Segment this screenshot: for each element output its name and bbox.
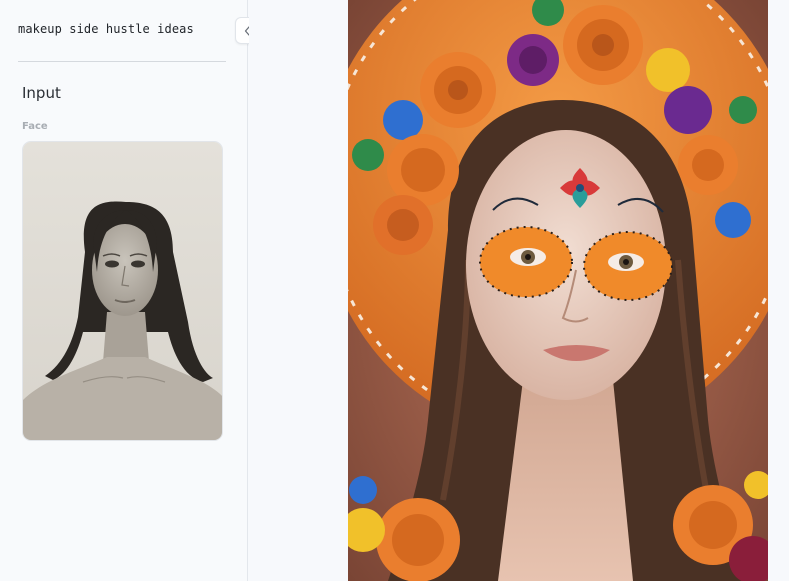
face-input-image[interactable] — [22, 141, 223, 441]
app-title: makeup side hustle ideas — [18, 22, 194, 36]
face-field-label: Face — [22, 121, 48, 132]
sidebar: makeup side hustle ideas Input Face — [0, 0, 248, 581]
divider — [18, 61, 226, 62]
face-portrait-illustration — [23, 142, 222, 440]
makeup-output-image[interactable] — [348, 0, 768, 581]
section-heading-input: Input — [22, 84, 61, 102]
right-gutter — [768, 0, 789, 581]
sugar-skull-portrait-illustration — [348, 0, 768, 581]
